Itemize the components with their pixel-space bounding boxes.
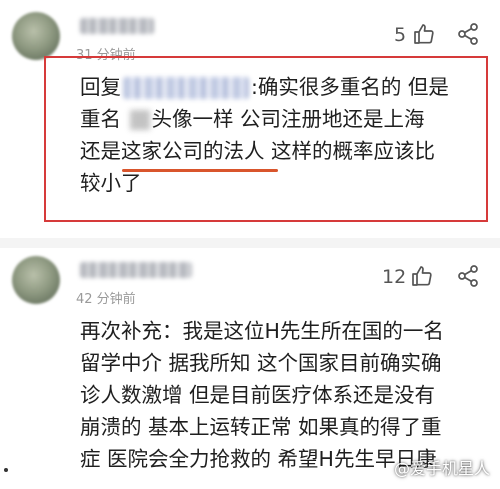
redacted-char — [129, 110, 150, 130]
reply-prefix: 回复 — [80, 75, 121, 99]
comment-1: 31 分钟前 5 回复:确实很多重名的 但是 重名 头像一样 公司注册地还是上海… — [0, 0, 500, 238]
watermark: @爱手机星人 — [393, 459, 490, 478]
user-avatar[interactable] — [12, 12, 60, 60]
comment-body: 回复 :确实很多重名的 但是 重名 头像一样 公司注册地还是上海 还是这家公司的法… — [80, 71, 449, 199]
comment-body: 再次补充：我是这位H先生所在国的一名 留学中介 据我所知 这个国家目前确实确 诊… — [80, 315, 444, 475]
body-text-segment: 重名 — [80, 107, 121, 131]
bullet-dot — [4, 468, 8, 472]
comment-divider — [0, 238, 500, 248]
like-count: 12 — [382, 266, 407, 288]
comment-time: 42 分钟前 — [76, 292, 136, 307]
body-text-segment: 较小了 — [80, 171, 142, 195]
comment-2: 42 分钟前 12 再次补充：我是这位H先生所在国的一名 留学中介 据我所知 这… — [0, 248, 500, 489]
thumbs-up-icon[interactable] — [412, 22, 436, 46]
body-text-segment: :确实很多重名的 但是 — [251, 75, 449, 99]
body-line-5: 症 医院会全力抢救的 希望H先生早日康 — [80, 447, 437, 471]
body-line-1: 再次补充：我是这位H先生所在国的一名 — [80, 319, 444, 343]
share-icon[interactable] — [456, 264, 480, 288]
body-line-3: 还是这家公司的法人 这样的概率应该比 — [80, 135, 449, 167]
body-line-1: 回复 :确实很多重名的 但是 — [80, 71, 449, 103]
body-line-4: 崩溃的 基本上运转正常 如果真的得了重 — [80, 415, 442, 439]
body-line-2: 留学中介 据我所知 这个国家目前确实确 — [80, 351, 442, 375]
share-icon[interactable] — [456, 22, 480, 46]
highlight-underline — [122, 169, 278, 172]
highlighted-phrase: 这家公司的法人 — [121, 139, 265, 163]
body-line-2: 重名 头像一样 公司注册地还是上海 — [80, 103, 449, 135]
body-text-segment: 还是 — [80, 139, 121, 163]
like-count: 5 — [394, 24, 407, 46]
username-blurred[interactable] — [80, 18, 154, 34]
body-text-segment: 这样的概率应该比 — [264, 139, 436, 163]
username-blurred[interactable] — [80, 262, 192, 278]
thumbs-up-icon[interactable] — [410, 264, 434, 288]
reply-target-blurred[interactable] — [123, 77, 249, 99]
body-text-segment: 头像一样 公司注册地还是上海 — [151, 107, 425, 131]
user-avatar[interactable] — [12, 256, 60, 304]
body-line-3: 诊人数激增 但是目前医疗体系还是没有 — [80, 383, 436, 407]
